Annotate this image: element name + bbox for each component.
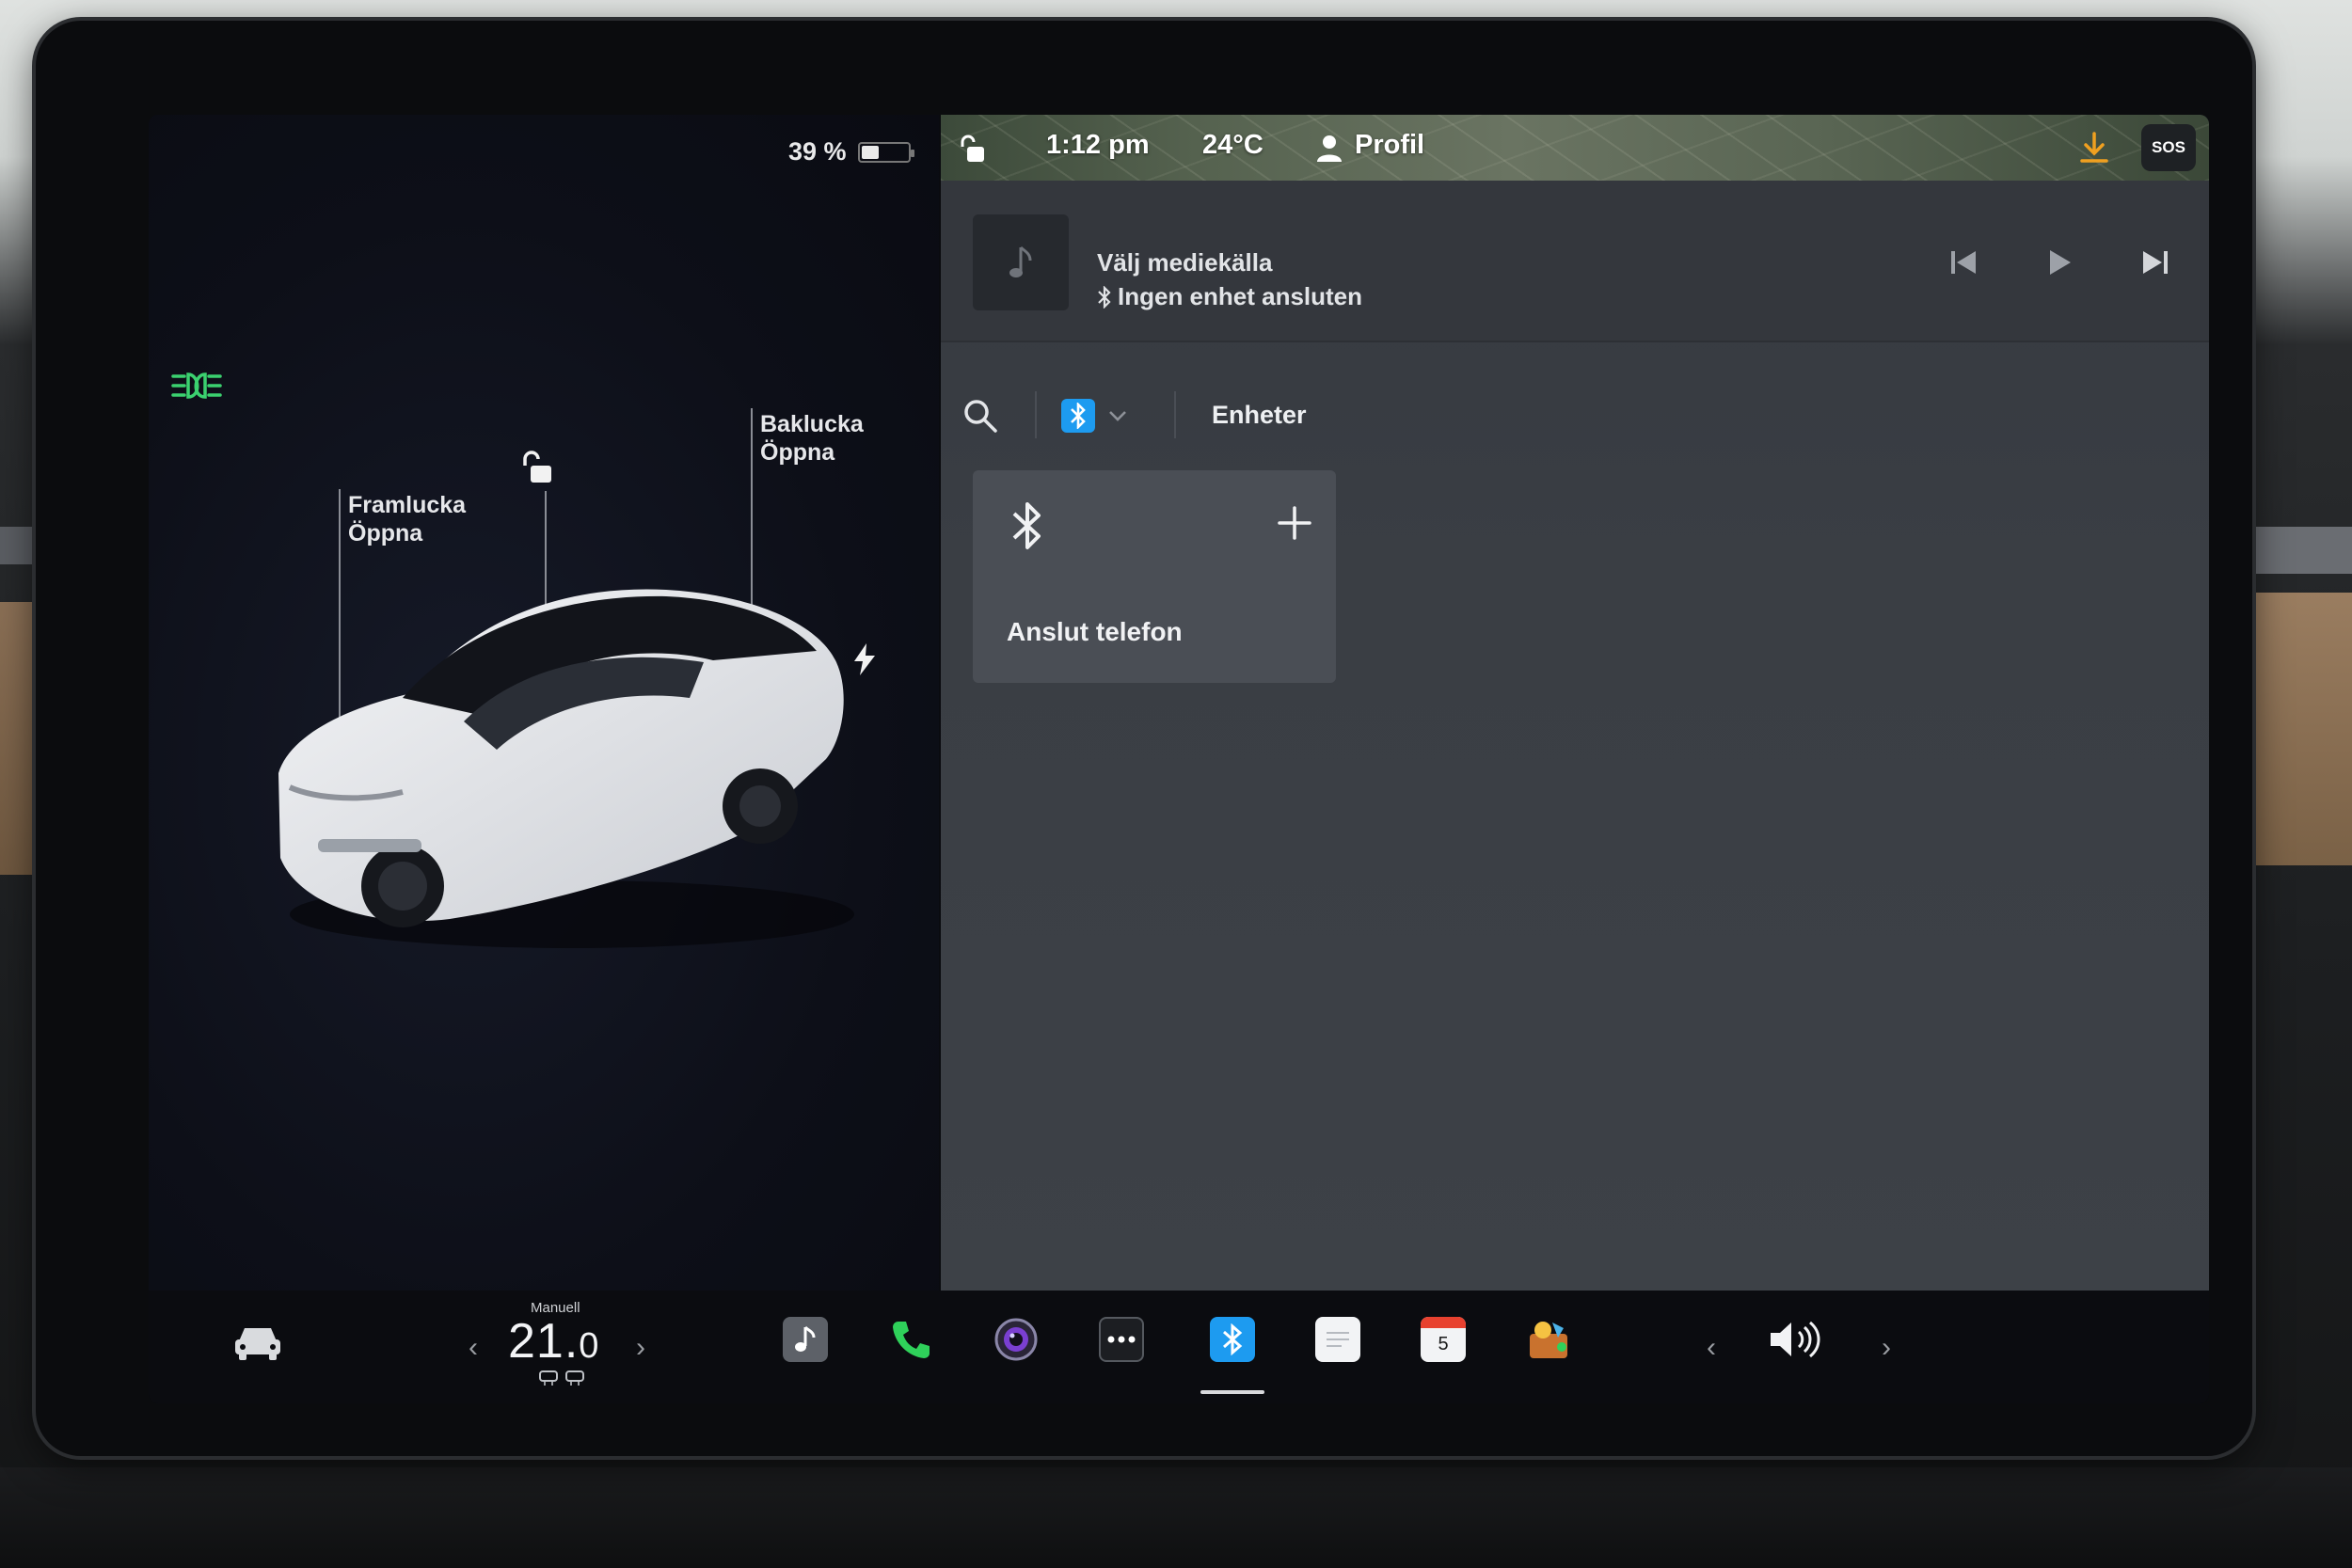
camera-app-button[interactable] <box>993 1317 1039 1362</box>
dashboard-trim-right <box>2249 527 2352 574</box>
sos-label: SOS <box>2152 138 2185 156</box>
status-bar: 1:12 pm 24°C Profil SOS <box>941 115 2209 181</box>
trunk-open-button[interactable]: Baklucka Öppna <box>760 410 864 467</box>
temp-whole: 21. <box>508 1314 580 1369</box>
touchscreen: 39 % Framlucka Öppna Baklucka Öppna 1:12… <box>149 115 2209 1403</box>
active-app-indicator <box>1200 1390 1264 1394</box>
phone-app-button[interactable] <box>888 1317 933 1362</box>
play-icon <box>2050 250 2071 275</box>
more-icon <box>1107 1336 1136 1343</box>
calendar-day: 5 <box>1438 1334 1449 1354</box>
profile-icon[interactable] <box>1315 134 1343 162</box>
temp-decimal: 0 <box>579 1326 600 1366</box>
now-playing-bar: Välj mediekälla Ingen enhet ansluten <box>941 181 2209 342</box>
play-button[interactable] <box>2038 241 2081 284</box>
search-icon[interactable] <box>961 397 999 435</box>
car-status-panel: 39 % Framlucka Öppna Baklucka Öppna <box>149 115 939 1291</box>
notes-icon <box>1327 1332 1349 1347</box>
toolbar-divider <box>1035 391 1037 438</box>
vehicle-lock-icon[interactable] <box>958 134 986 164</box>
skip-back-icon <box>1951 251 1976 274</box>
skip-forward-icon <box>2143 251 2168 274</box>
toybox-icon <box>1530 1322 1567 1358</box>
camera-icon <box>994 1318 1038 1361</box>
tab-devices[interactable]: Enheter <box>1212 401 1307 430</box>
bluetooth-icon <box>1012 502 1041 549</box>
trunk-action: Öppna <box>760 439 835 466</box>
defrost-icons[interactable] <box>538 1370 585 1386</box>
center-console <box>0 1467 2352 1568</box>
media-toolbar: Enheter <box>941 369 2209 463</box>
more-apps-button[interactable] <box>1099 1317 1144 1362</box>
clock: 1:12 pm <box>1046 130 1150 160</box>
media-player-panel: 1:12 pm 24°C Profil SOS Välj mediekälla … <box>941 115 2209 1291</box>
music-app-button[interactable] <box>783 1317 828 1362</box>
add-icon <box>1278 506 1311 540</box>
calendar-app-button[interactable]: 5 <box>1421 1317 1466 1362</box>
music-note-icon <box>1009 245 1032 277</box>
connect-phone-label: Anslut telefon <box>1007 617 1183 646</box>
bluetooth-small-icon <box>1098 285 1111 309</box>
next-track-button[interactable] <box>2134 241 2177 284</box>
volume-increase-button[interactable]: › <box>1882 1332 1891 1364</box>
headlights-on-icon <box>171 372 222 399</box>
outside-temperature: 24°C <box>1202 130 1263 160</box>
dashboard-wood-right <box>2249 593 2352 865</box>
profile-button[interactable]: Profil <box>1355 130 1424 161</box>
release-notes-app-button[interactable] <box>1315 1317 1360 1362</box>
battery-fill <box>861 145 880 159</box>
music-note-icon <box>795 1325 816 1352</box>
car-controls-icon[interactable] <box>231 1321 284 1362</box>
frunk-action: Öppna <box>348 520 423 546</box>
bluetooth-icon <box>1223 1323 1243 1355</box>
volume-decrease-button[interactable]: ‹ <box>1707 1332 1716 1364</box>
media-source-title[interactable]: Välj mediekälla <box>1097 248 1272 277</box>
unlock-icon[interactable] <box>517 449 555 486</box>
temp-increase-button[interactable]: › <box>636 1332 645 1364</box>
battery-percent: 39 % <box>788 137 847 166</box>
bluetooth-app-button[interactable] <box>1210 1317 1255 1362</box>
bottom-dock: Manuell ‹ 21.0 › 5 ‹ › <box>149 1291 2209 1403</box>
media-source-dropdown[interactable] <box>1061 391 1152 440</box>
frunk-title: Framlucka <box>348 492 467 518</box>
album-art <box>973 214 1069 310</box>
previous-track-button[interactable] <box>1942 241 1985 284</box>
calendar-header <box>1421 1317 1466 1328</box>
phone-icon <box>893 1322 930 1358</box>
bluetooth-source-icon <box>1061 399 1095 433</box>
temp-decrease-button[interactable]: ‹ <box>469 1332 478 1364</box>
toolbar-divider <box>1174 391 1176 438</box>
vehicle-render <box>278 589 854 948</box>
battery-icon <box>857 141 914 163</box>
volume-icon[interactable] <box>1767 1319 1823 1360</box>
frunk-open-button[interactable]: Framlucka Öppna <box>348 491 466 547</box>
toybox-app-button[interactable] <box>1526 1317 1571 1362</box>
screen-bezel: 39 % Framlucka Öppna Baklucka Öppna 1:12… <box>36 21 2252 1456</box>
cabin-temperature[interactable]: 21.0 <box>508 1313 599 1370</box>
connect-phone-card[interactable]: Anslut telefon <box>973 470 1336 683</box>
battery-indicator: 39 % <box>788 137 914 166</box>
trunk-title: Baklucka <box>760 411 864 437</box>
chevron-down-icon <box>1109 411 1126 421</box>
download-icon[interactable] <box>2079 132 2109 164</box>
media-connection-status: Ingen enhet ansluten <box>1097 282 1362 311</box>
media-subtitle-text: Ingen enhet ansluten <box>1118 282 1363 310</box>
sos-button[interactable]: SOS <box>2141 124 2196 171</box>
